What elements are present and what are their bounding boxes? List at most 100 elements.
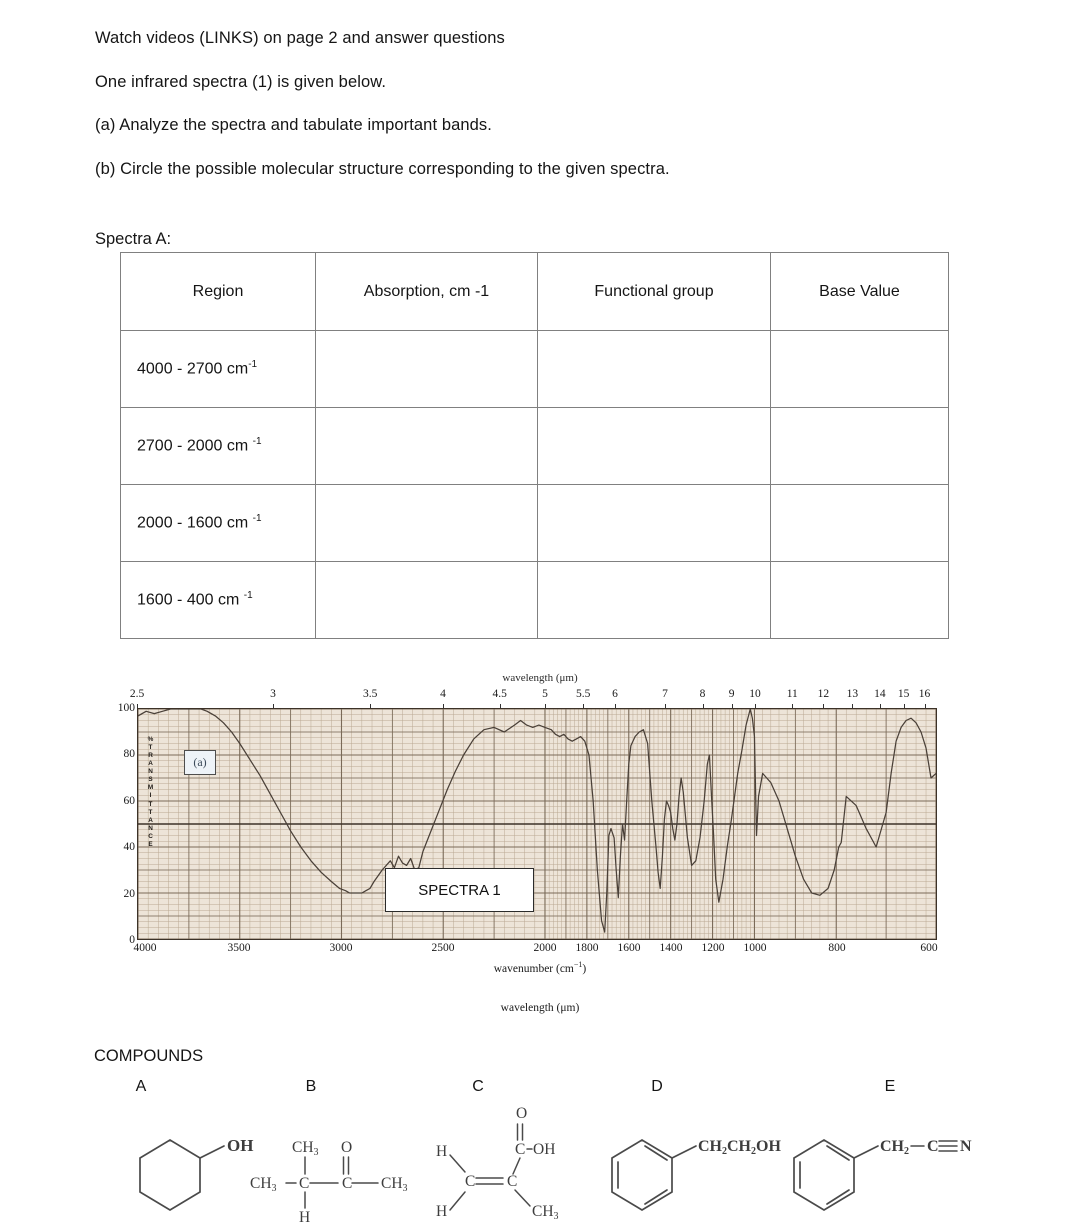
ir-bands-table: Region Absorption, cm -1 Functional grou… — [120, 252, 949, 639]
svg-text:C: C — [515, 1141, 525, 1158]
region-cell: 2700 - 2000 cm -1 — [120, 407, 316, 485]
wavenumber-tick-600: 600 — [920, 942, 938, 954]
wavelength-tick-15: 15 — [897, 688, 910, 700]
functional-group-cell[interactable] — [537, 407, 771, 485]
region-text: 4000 - 2700 cm — [137, 360, 249, 378]
transmittance-tick-20: 20 — [123, 887, 136, 900]
y-axis-label-char: A — [148, 760, 153, 768]
svg-text:C: C — [465, 1173, 475, 1190]
spectrum-curve — [138, 709, 936, 933]
compound-structures: O H CH3 O CH3 C C CH3 H O H C OH C C H CH… — [0, 1098, 1067, 1224]
y-axis-label-char: S — [148, 776, 153, 784]
wavelength-tick-11: 11 — [786, 688, 798, 700]
wavenumber-tick-1400: 1400 — [659, 942, 683, 954]
transmittance-tick-80: 80 — [123, 748, 136, 761]
wavelength-tick-7: 7 — [662, 688, 668, 700]
y-axis-label-char: T — [148, 744, 153, 752]
region-superscript: -1 — [252, 513, 262, 525]
transmittance-tick-60: 60 — [123, 794, 136, 807]
table-row: 2700 - 2000 cm -1 — [120, 407, 949, 485]
svg-text:O: O — [341, 1139, 352, 1156]
wavelength-tick-4: 4 — [440, 688, 446, 700]
compound-letter-c: C — [472, 1078, 484, 1095]
svg-text:CH3: CH3 — [381, 1175, 408, 1194]
functional-group-cell[interactable] — [537, 484, 771, 562]
absorption-cell[interactable] — [315, 330, 538, 408]
svg-text:H: H — [436, 1203, 447, 1220]
y-axis-label-char: N — [148, 768, 153, 776]
base-value-cell[interactable] — [770, 330, 949, 408]
svg-text:C: C — [927, 1138, 939, 1155]
transmittance-tick-100: 100 — [117, 702, 135, 714]
region-superscript: -1 — [248, 359, 258, 371]
svg-text:C: C — [299, 1175, 309, 1192]
compound-letter-b: B — [305, 1078, 317, 1095]
marker-a-label: (a) — [184, 750, 216, 775]
transmittance-axis-ticks: 0 20 40 60 80 100 — [118, 702, 137, 946]
transmittance-tick-40: 40 — [123, 841, 136, 854]
region-text: 2000 - 1600 cm — [137, 514, 253, 532]
base-value-cell[interactable] — [770, 561, 949, 639]
y-axis-label-char: A — [148, 816, 153, 824]
prompt-line-4: (b) Circle the possible molecular struct… — [95, 159, 670, 178]
table-header-row: Region Absorption, cm -1 Functional grou… — [120, 252, 949, 331]
wavelength-tick-13: 13 — [846, 688, 859, 700]
wavelength-tick-3.5: 3.5 — [362, 688, 378, 700]
table-row: 1600 - 400 cm -1 — [120, 561, 949, 639]
y-axis-label-char: N — [148, 824, 153, 832]
wavelength-tick-16: 16 — [918, 688, 931, 700]
svg-text:CH3: CH3 — [250, 1175, 277, 1194]
column-header-absorption: Absorption, cm -1 — [315, 252, 538, 331]
column-header-region: Region — [120, 252, 316, 331]
ir-spectrum-chart: wavelength (μm) 2.5 3 3.5 4 4.5 5 5.5 6 7 8 9 10 11 1… — [118, 672, 960, 1022]
wavelength-tick-4.5: 4.5 — [492, 688, 507, 700]
spectra-a-label: Spectra A: — [95, 230, 172, 248]
y-axis-label-char: R — [148, 752, 153, 760]
chart-top-title: wavelength (μm) — [502, 672, 578, 684]
structure-compound-b[interactable]: CH3 O CH3 C C CH3 H — [248, 1102, 428, 1224]
structure-compound-c[interactable]: O H C OH C C H CH3 — [428, 1098, 608, 1224]
svg-text:C: C — [342, 1175, 352, 1192]
functional-group-cell[interactable] — [537, 561, 771, 639]
wavenumber-tick-800: 800 — [828, 942, 846, 954]
svg-text:O: O — [516, 1105, 527, 1122]
wavelength-tick-8: 8 — [699, 688, 706, 700]
table-row: 4000 - 2700 cm-1 — [120, 330, 949, 408]
wavenumber-tick-1800: 1800 — [575, 942, 599, 954]
region-text: 2700 - 2000 cm — [137, 437, 253, 455]
wavelength-tick-6: 6 — [612, 688, 618, 700]
column-header-base-value: Base Value — [770, 252, 949, 331]
wavelength-tick-10: 10 — [749, 688, 761, 700]
absorption-cell[interactable] — [315, 561, 538, 639]
compounds-heading: COMPOUNDS — [94, 1047, 204, 1065]
compound-letters-row: A B C D E — [0, 1078, 1067, 1100]
y-axis-label: % T R A N S M I T T A N C E — [144, 736, 157, 849]
svg-text:H: H — [436, 1143, 447, 1160]
structure-compound-e[interactable]: CH2 C N — [782, 1120, 982, 1224]
base-value-cell[interactable] — [770, 484, 949, 562]
column-header-functional-group: Functional group — [537, 252, 771, 331]
plot-area — [137, 708, 937, 940]
base-value-cell[interactable] — [770, 407, 949, 485]
absorption-cell[interactable] — [315, 407, 538, 485]
svg-text:CH3: CH3 — [292, 1139, 319, 1158]
region-superscript: -1 — [252, 436, 262, 448]
functional-group-cell[interactable] — [537, 330, 771, 408]
svg-text:CH3: CH3 — [532, 1203, 559, 1222]
wavelength-tick-3: 3 — [270, 688, 276, 700]
y-axis-label-char: E — [148, 840, 153, 848]
question-prompt-block: Watch videos (LINKS) on page 2 and answe… — [95, 28, 975, 180]
wavenumber-tick-3500: 3500 — [227, 942, 251, 954]
compound-letter-e: E — [884, 1078, 896, 1095]
region-cell: 1600 - 400 cm -1 — [120, 561, 316, 639]
svg-text:CH2: CH2 — [880, 1138, 909, 1157]
wavenumber-tick-3000: 3000 — [329, 942, 353, 954]
compound-letter-a: A — [135, 1078, 147, 1095]
y-axis-label-char: T — [148, 800, 153, 808]
wavenumber-tick-4000: 4000 — [133, 942, 157, 954]
absorption-cell[interactable] — [315, 484, 538, 562]
table-row: 2000 - 1600 cm -1 — [120, 484, 949, 562]
region-text: 1600 - 400 cm — [137, 591, 244, 609]
structure-compound-d[interactable]: CH2CH2OH — [600, 1120, 800, 1224]
x-axis-label-wavenumber: wavenumber (cm−1) — [493, 960, 587, 975]
